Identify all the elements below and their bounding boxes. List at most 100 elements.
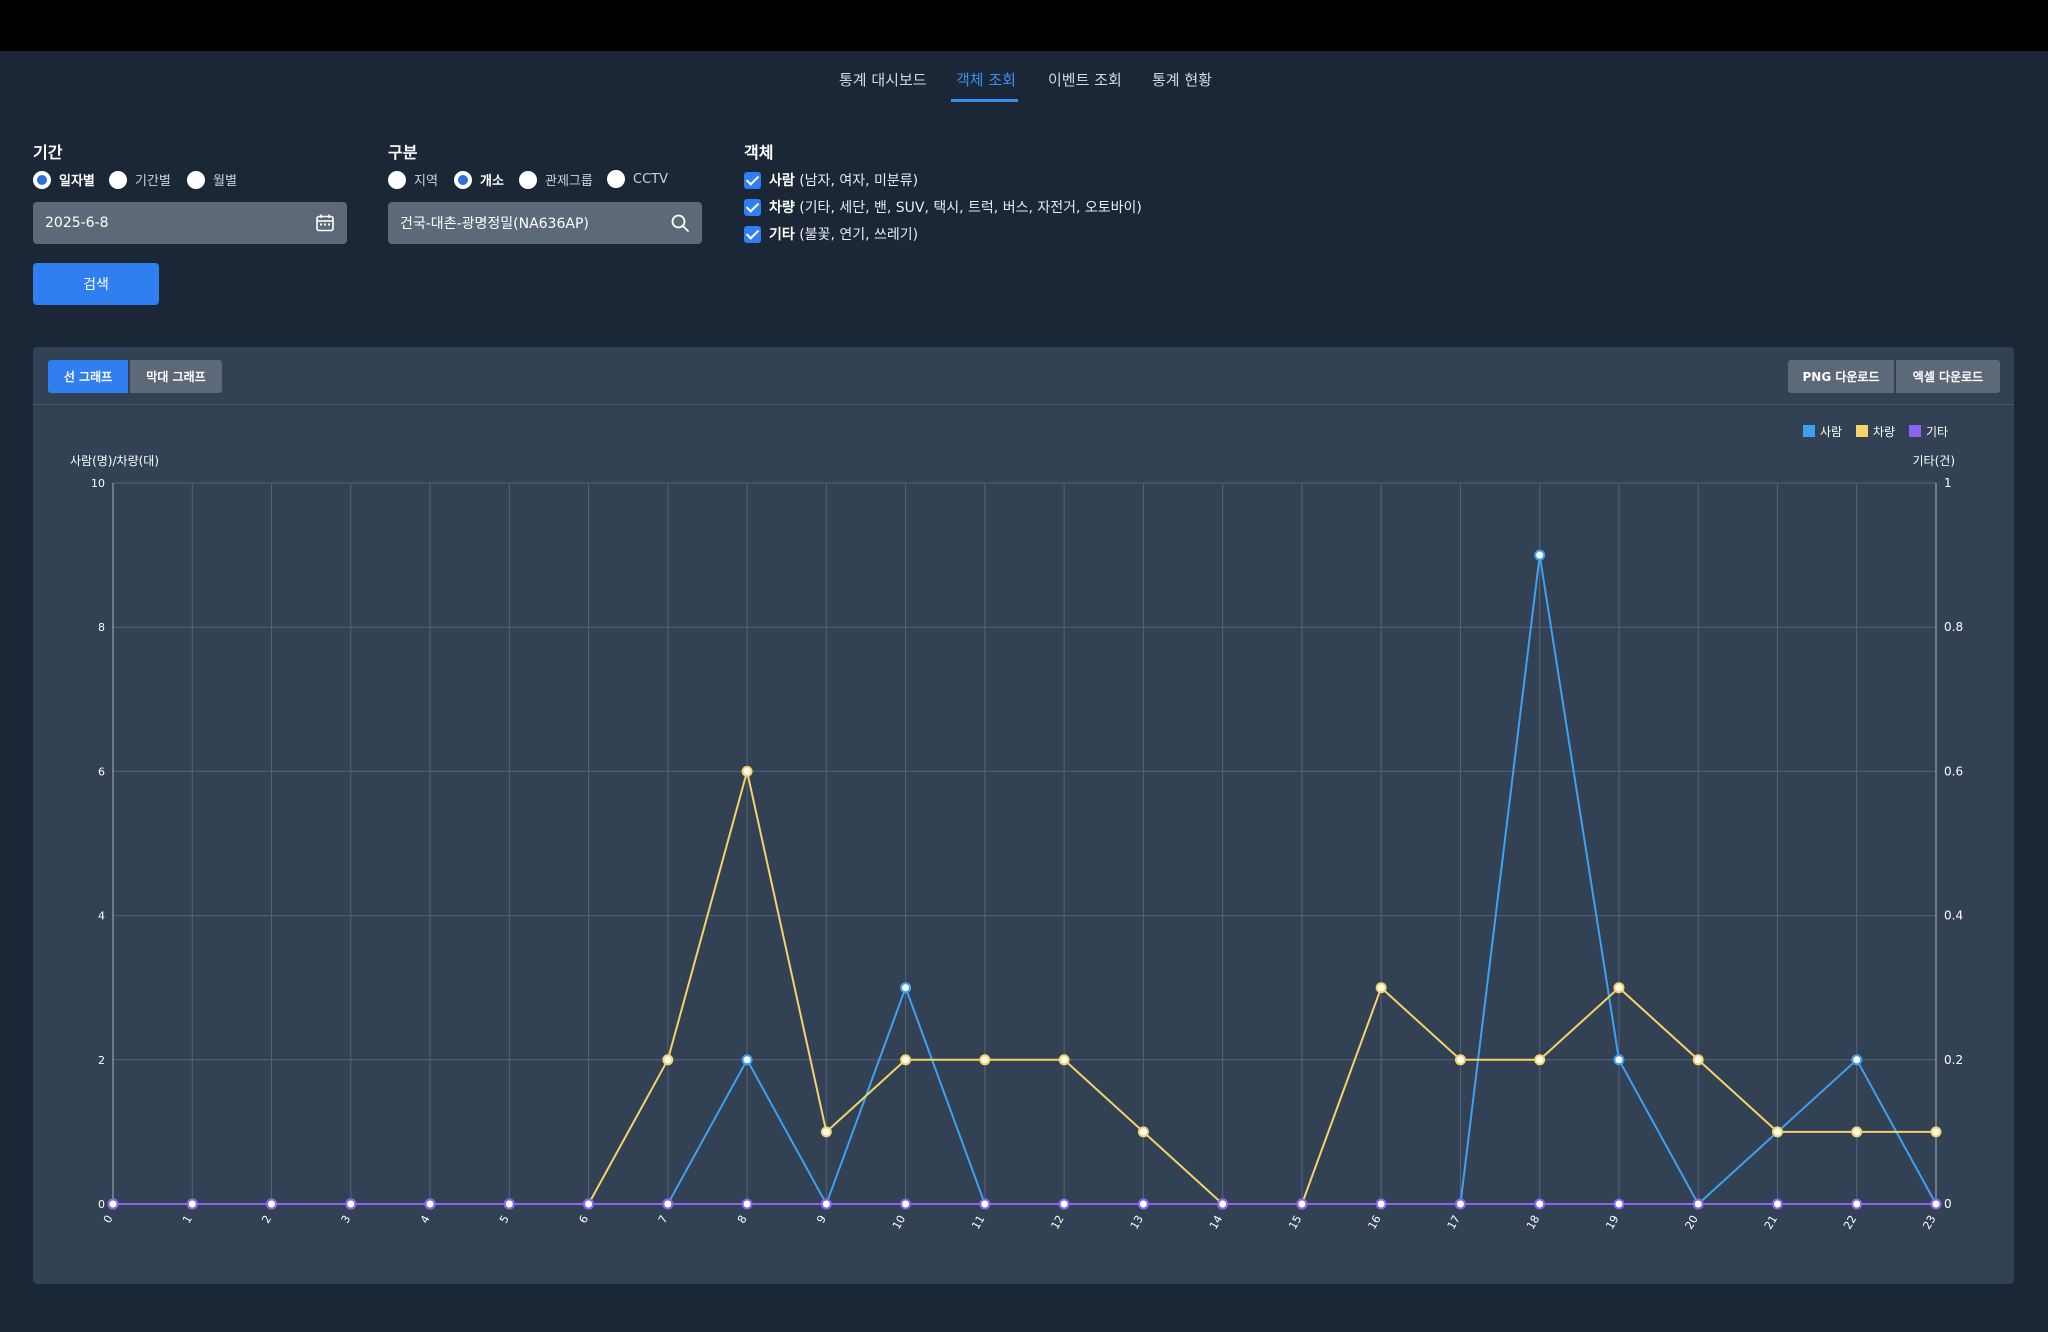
png-download-button[interactable]: PNG 다운로드 (1788, 360, 1894, 393)
search-button[interactable]: 검색 (33, 263, 159, 305)
data-point-1 (1375, 982, 1387, 994)
data-point-2 (1217, 1198, 1229, 1210)
checkbox-vehicle[interactable]: 차량 (기타, 세단, 밴, SUV, 택시, 트럭, 버스, 자전거, 오토바… (744, 197, 1142, 217)
search-icon[interactable] (670, 213, 690, 233)
data-point-2 (1692, 1198, 1704, 1210)
x-tick-label: 2 (259, 1213, 274, 1226)
x-tick-label: 11 (969, 1213, 987, 1232)
data-point-0 (1534, 549, 1546, 561)
data-point-1 (1851, 1126, 1863, 1138)
y-tick-label: 10 (91, 477, 105, 490)
y-tick-label: 4 (98, 910, 105, 923)
x-tick-label: 18 (1524, 1213, 1542, 1232)
data-point-1 (741, 765, 753, 777)
x-tick-label: 10 (890, 1213, 908, 1232)
x-tick-label: 3 (339, 1213, 354, 1226)
data-point-2 (741, 1198, 753, 1210)
radio-range[interactable]: 기간별 (109, 170, 171, 189)
y2-tick-label: 0.2 (1944, 1053, 1963, 1067)
data-point-2 (662, 1198, 674, 1210)
data-point-2 (1851, 1198, 1863, 1210)
x-tick-label: 0 (101, 1213, 116, 1226)
data-point-2 (107, 1198, 119, 1210)
data-point-2 (1296, 1198, 1308, 1210)
x-tick-label: 23 (1920, 1213, 1938, 1232)
legend-label-0: 사람 (1820, 425, 1842, 439)
radio-control-group[interactable]: 관제그룹 (519, 170, 593, 189)
radio-daily[interactable]: 일자별 (33, 170, 95, 189)
legend-label-2: 기타 (1926, 425, 1948, 439)
data-point-1 (820, 1126, 832, 1138)
x-tick-label: 12 (1048, 1213, 1066, 1232)
data-point-1 (1771, 1126, 1783, 1138)
checkbox-person[interactable]: 사람 (남자, 여자, 미분류) (744, 170, 918, 190)
x-tick-label: 8 (735, 1213, 750, 1226)
radio-dot (519, 170, 537, 189)
data-point-1 (1058, 1054, 1070, 1066)
radio-dot (454, 170, 472, 189)
data-point-2 (1137, 1198, 1149, 1210)
y-tick-label: 0 (98, 1198, 105, 1211)
data-point-1 (1534, 1054, 1546, 1066)
y2-tick-label: 0.8 (1944, 620, 1963, 634)
x-tick-label: 19 (1603, 1213, 1621, 1232)
y-tick-label: 2 (98, 1054, 105, 1067)
radio-cctv[interactable]: CCTV (607, 170, 668, 188)
x-tick-label: 21 (1762, 1213, 1780, 1232)
x-tick-label: 20 (1683, 1213, 1701, 1232)
top-bar (0, 0, 2048, 51)
x-tick-label: 1 (180, 1213, 195, 1226)
x-tick-label: 14 (1207, 1213, 1225, 1232)
checkbox-label: 차량 (기타, 세단, 밴, SUV, 택시, 트럭, 버스, 자전거, 오토바… (769, 200, 1142, 216)
radio-dot (33, 170, 51, 189)
line-graph-button[interactable]: 선 그래프 (48, 360, 128, 393)
radio-site[interactable]: 개소 (454, 170, 504, 189)
tab-stats-status[interactable]: 통계 현황 (1152, 69, 1212, 90)
data-point-0 (900, 982, 912, 994)
x-tick-label: 7 (656, 1213, 671, 1226)
y2-axis-title: 기타(건) (1913, 454, 1955, 468)
data-point-2 (1930, 1198, 1942, 1210)
data-point-1 (1930, 1126, 1942, 1138)
data-point-2 (900, 1198, 912, 1210)
x-tick-label: 15 (1286, 1213, 1304, 1232)
calendar-icon[interactable] (315, 213, 335, 233)
date-field[interactable]: 2025-6-8 (33, 202, 347, 244)
data-point-2 (1771, 1198, 1783, 1210)
checkbox-other[interactable]: 기타 (불꽃, 연기, 쓰레기) (744, 224, 918, 244)
x-tick-label: 17 (1445, 1213, 1463, 1232)
tab-object-search[interactable]: 객체 조회 (956, 69, 1016, 90)
radio-monthly[interactable]: 월별 (187, 170, 237, 189)
location-search-field[interactable]: 건국-대촌-광명정밀(NA636AP) (388, 202, 702, 244)
y-axis-title: 사람(명)/차량(대) (70, 454, 159, 468)
x-tick-label: 5 (497, 1213, 512, 1226)
data-point-2 (979, 1198, 991, 1210)
active-tab-indicator (951, 99, 1018, 102)
data-point-2 (1375, 1198, 1387, 1210)
x-tick-label: 6 (576, 1213, 591, 1226)
checkbox-box (744, 225, 761, 243)
y2-tick-label: 0.6 (1944, 764, 1963, 778)
excel-download-button[interactable]: 엑셀 다운로드 (1896, 360, 2000, 393)
series-line-0 (113, 554, 1937, 1207)
checkbox-label: 기타 (불꽃, 연기, 쓰레기) (769, 227, 919, 243)
bar-graph-button[interactable]: 막대 그래프 (130, 360, 222, 393)
data-point-1 (979, 1054, 991, 1066)
data-point-1 (1137, 1126, 1149, 1138)
y2-tick-label: 0 (1944, 1197, 1952, 1211)
main-tabs: 통계 대시보드 객체 조회 이벤트 조회 통계 현황 (0, 51, 2048, 107)
radio-dot (187, 170, 205, 189)
data-point-2 (583, 1198, 595, 1210)
x-tick-label: 13 (1128, 1213, 1146, 1232)
tab-stats-dashboard[interactable]: 통계 대시보드 (839, 69, 927, 90)
data-point-2 (345, 1198, 357, 1210)
radio-region[interactable]: 지역 (388, 170, 438, 189)
data-point-2 (186, 1198, 198, 1210)
data-point-2 (1058, 1198, 1070, 1210)
data-point-1 (900, 1054, 912, 1066)
tab-event-search[interactable]: 이벤트 조회 (1048, 69, 1122, 90)
chart-toolbar: 선 그래프 막대 그래프 PNG 다운로드 엑셀 다운로드 (33, 347, 2014, 405)
data-point-2 (820, 1198, 832, 1210)
data-point-2 (424, 1198, 436, 1210)
checkbox-box (744, 198, 761, 216)
